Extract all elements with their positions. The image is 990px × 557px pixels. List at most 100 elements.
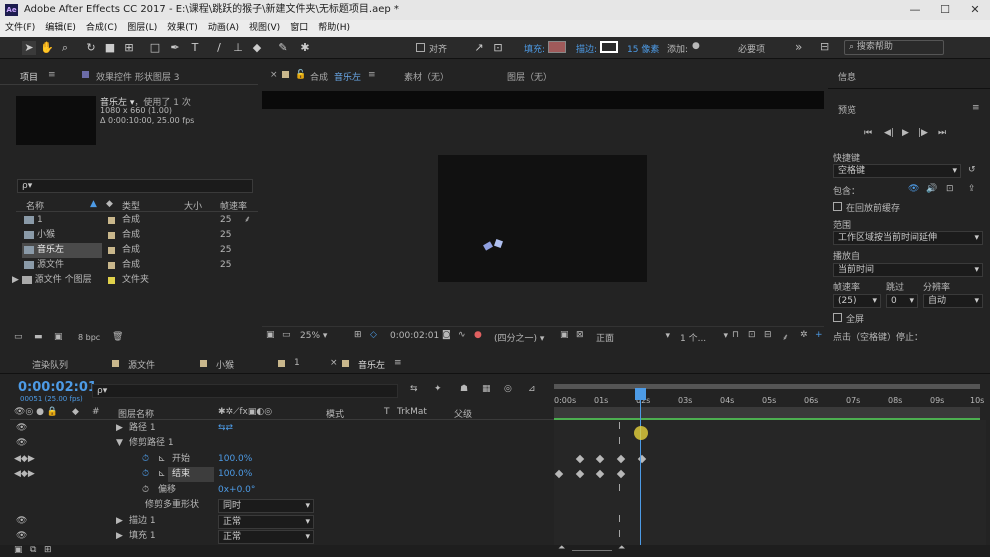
layer-row-fill[interactable]: 👁 ▶ 填充 1 正常 ▾ bbox=[0, 529, 554, 544]
tab-music-left[interactable]: 音乐左 bbox=[358, 358, 385, 371]
interpret-footage-icon[interactable]: ▭ bbox=[14, 332, 23, 342]
work-area-bar[interactable] bbox=[554, 384, 980, 389]
comp-timecode[interactable]: 0:00:02:01 bbox=[390, 331, 439, 341]
stroke-blend-select[interactable]: 正常 ▾ bbox=[218, 515, 314, 529]
preview-menu-icon[interactable]: ≡ bbox=[972, 103, 980, 113]
project-folder[interactable]: ▶ 源文件 个图层 文件夹 bbox=[12, 273, 258, 288]
col-parent[interactable]: 父级 bbox=[454, 407, 472, 420]
shape-layer[interactable] bbox=[494, 239, 503, 248]
monitor-icon[interactable]: ▭ bbox=[282, 330, 291, 340]
comp-menu-icon[interactable]: ≡ bbox=[368, 70, 376, 80]
resolution-select[interactable]: (四分之一) ▾ bbox=[494, 331, 544, 344]
playhead-handle[interactable] bbox=[635, 388, 646, 400]
time-ruler[interactable]: 0:00s 01s 02s 03s 04s 05s 06s 07s 08s 09… bbox=[554, 396, 986, 407]
new-comp-icon[interactable]: ▣ bbox=[54, 332, 63, 342]
stroke-width[interactable]: 15 像素 bbox=[627, 42, 659, 55]
shortcut-select[interactable]: 空格键 ▾ bbox=[833, 164, 961, 178]
draft-3d-icon[interactable]: ✦ bbox=[434, 384, 442, 394]
eraser-tool-icon[interactable]: ◆ bbox=[250, 41, 264, 55]
col-size[interactable]: 大小 bbox=[184, 199, 202, 212]
next-frame-icon[interactable]: |▶ bbox=[918, 128, 928, 138]
col-layer-name[interactable]: 图层名称 bbox=[118, 407, 154, 420]
prev-frame-icon[interactable]: ◀| bbox=[884, 128, 894, 138]
fullscreen-checkbox[interactable] bbox=[833, 313, 842, 322]
timeline-icon[interactable]: ⊟ bbox=[764, 330, 772, 340]
tab-1[interactable]: 1 bbox=[294, 358, 300, 368]
path-icon[interactable]: ⇆⇄ bbox=[218, 421, 233, 436]
graph-icon[interactable]: ⊾ bbox=[158, 452, 166, 467]
col-fps[interactable]: 帧速率 bbox=[220, 199, 247, 212]
zoom-in-icon[interactable]: ⏶ bbox=[618, 543, 625, 553]
exposure-value[interactable]: + bbox=[815, 330, 823, 340]
resolution-select[interactable]: 自动 ▾ bbox=[923, 294, 983, 308]
zoom-select[interactable]: 25% ▾ bbox=[300, 331, 327, 341]
keyframe-nav-icon[interactable]: ◀◆▶ bbox=[14, 467, 35, 482]
expand-arrow-icon[interactable]: ▶ bbox=[12, 275, 19, 285]
col-mode[interactable]: 模式 bbox=[326, 407, 344, 420]
safe-area-icon[interactable]: ⊞ bbox=[354, 330, 362, 340]
menu-file[interactable]: 文件(F) bbox=[0, 20, 40, 37]
motion-blur-icon[interactable]: ◎ bbox=[504, 384, 512, 394]
eye-icon[interactable]: 👁 bbox=[16, 529, 27, 544]
eye-icon[interactable]: 👁 bbox=[16, 436, 27, 451]
col-type[interactable]: 类型 bbox=[122, 199, 140, 212]
brush-tool-icon[interactable]: / bbox=[212, 41, 226, 55]
snap-grid-icon[interactable]: ⊡ bbox=[491, 41, 505, 55]
pen-tool-icon[interactable]: ✒ bbox=[168, 41, 182, 55]
puppet-tool-icon[interactable]: ✱ bbox=[298, 41, 312, 55]
layer-row-start[interactable]: ◀◆▶ ⏱ ⊾ 开始 100.0% bbox=[0, 452, 554, 467]
overlay-toggle-icon[interactable]: ⊡ bbox=[946, 184, 954, 194]
project-item[interactable]: 1 合成 25 ⸙ bbox=[16, 213, 258, 228]
menu-help[interactable]: 帮助(H) bbox=[313, 20, 355, 37]
range-select[interactable]: 工作区域按当前时间延伸 ▾ bbox=[833, 231, 983, 245]
project-search-input[interactable]: ρ▾ bbox=[17, 179, 253, 193]
pan-behind-tool-icon[interactable]: ⊞ bbox=[122, 41, 136, 55]
rotate-tool-icon[interactable]: ↻ bbox=[84, 41, 98, 55]
snap-icon[interactable]: ↗ bbox=[472, 41, 486, 55]
roto-brush-tool-icon[interactable]: ✎ bbox=[276, 41, 290, 55]
flowchart-icon[interactable]: ⸙ bbox=[244, 213, 251, 228]
show-snapshot-icon[interactable]: ∿ bbox=[458, 330, 466, 340]
eye-icon[interactable]: 👁 bbox=[16, 514, 27, 529]
bpc-label[interactable]: 8 bpc bbox=[78, 333, 100, 342]
align-checkbox[interactable] bbox=[416, 43, 425, 52]
graph-icon[interactable]: ⊾ bbox=[158, 467, 166, 482]
shape-layer[interactable] bbox=[483, 241, 493, 251]
keyframe-nav-icon[interactable]: ◀◆▶ bbox=[14, 452, 35, 467]
stopwatch-icon[interactable]: ⏱ bbox=[142, 452, 149, 467]
workspace-menu-icon[interactable]: » bbox=[795, 40, 802, 54]
reset-icon[interactable]: ↺ bbox=[968, 165, 976, 175]
views-count-select[interactable]: 1 个... ▾ bbox=[680, 331, 728, 344]
timeline-menu-icon[interactable]: ≡ bbox=[394, 358, 402, 368]
graph-editor-icon[interactable]: ⊿ bbox=[528, 384, 536, 394]
frame-blend-icon[interactable]: ▦ bbox=[482, 384, 491, 394]
layer-row-trim-paths[interactable]: 👁 ▼ 修剪路径 1 bbox=[0, 436, 554, 451]
close-tab-icon[interactable]: × bbox=[270, 70, 278, 80]
toggle-modes-icon[interactable]: ⧉ bbox=[30, 545, 36, 555]
comp-mini-flowchart-icon[interactable]: ⇆ bbox=[410, 384, 418, 394]
info-tab[interactable]: 信息 bbox=[838, 70, 856, 83]
menu-effect[interactable]: 效果(T) bbox=[162, 20, 203, 37]
sync-icon[interactable]: ⊟ bbox=[820, 40, 829, 53]
project-item[interactable]: 小猴 合成 25 bbox=[16, 228, 258, 243]
stopwatch-icon[interactable]: ⏱ bbox=[142, 483, 149, 498]
fast-preview-icon[interactable]: ⊡ bbox=[748, 330, 756, 340]
toggle-pixel-icon[interactable]: ⊓ bbox=[732, 330, 739, 340]
col-name[interactable]: 名称 bbox=[26, 199, 44, 212]
stopwatch-icon[interactable]: ⏱ bbox=[142, 467, 149, 482]
fill-blend-select[interactable]: 正常 ▾ bbox=[218, 530, 314, 544]
external-video-icon[interactable]: ⇪ bbox=[968, 184, 976, 194]
search-help-field[interactable]: ⌕ 搜索帮助 bbox=[844, 40, 944, 55]
minimize-button[interactable]: — bbox=[900, 0, 930, 20]
eye-icon[interactable]: 👁 bbox=[16, 421, 27, 436]
timeline-timecode[interactable]: 0:00:02:01 bbox=[18, 380, 97, 395]
project-item[interactable]: 源文件 合成 25 bbox=[16, 258, 258, 273]
audio-toggle-icon[interactable]: 🔊 bbox=[926, 184, 937, 194]
stroke-swatch[interactable] bbox=[600, 41, 618, 53]
rectangle-tool-icon[interactable]: □ bbox=[148, 41, 162, 55]
col-trkmat[interactable]: TrkMat bbox=[397, 407, 427, 417]
framerate-select[interactable]: (25) ▾ bbox=[833, 294, 881, 308]
layer-row-end[interactable]: ◀◆▶ ⏱ ⊾ 结束 100.0% bbox=[0, 467, 554, 482]
reset-exposure-icon[interactable]: ✲ bbox=[800, 330, 808, 340]
camera-icon[interactable]: ◙ bbox=[442, 330, 451, 340]
